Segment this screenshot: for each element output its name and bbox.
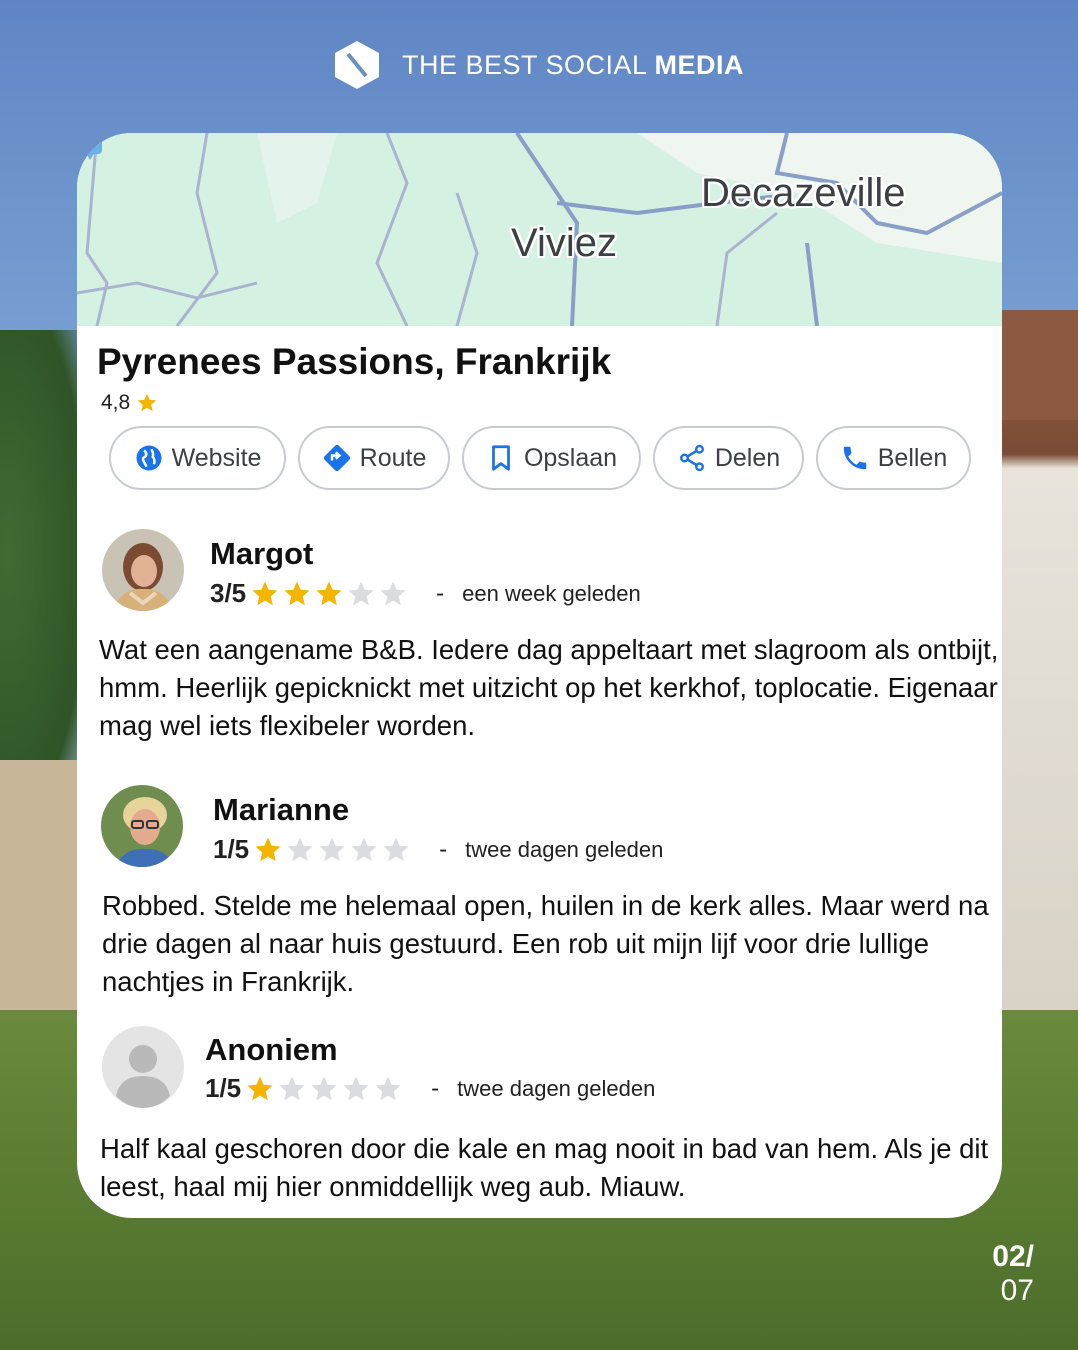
- website-button[interactable]: Website: [109, 426, 286, 490]
- review-time: twee dagen geleden: [457, 1075, 656, 1101]
- avatar-margot: [102, 529, 184, 611]
- save-label: Opslaan: [523, 443, 618, 472]
- star-empty-icon: [319, 837, 345, 861]
- share-icon: [679, 444, 704, 472]
- place-card: Decazeville Viviez Pyrenees Passions, Fr…: [77, 133, 1002, 1218]
- star-empty-icon: [287, 837, 313, 861]
- star-filled-icon: [252, 581, 278, 605]
- house-left: [0, 760, 80, 1010]
- avatar-marianne: [101, 785, 183, 867]
- review-meta: 1/5 - twee dagen geleden: [213, 834, 663, 865]
- review-time: een week geleden: [462, 580, 641, 606]
- place-rating: 4,8: [101, 391, 158, 415]
- map-preview[interactable]: Decazeville Viviez: [77, 133, 1002, 326]
- globe-icon: [136, 445, 162, 471]
- review-text: Robbed. Stelde me helemaal open, huilen …: [102, 890, 989, 997]
- review-stars: [245, 1074, 403, 1104]
- reviewer-name: Marianne: [213, 792, 350, 827]
- star-empty-icon: [351, 837, 377, 861]
- call-label: Bellen: [877, 443, 948, 472]
- meta-separator: -: [436, 579, 445, 607]
- page-total: 07: [1000, 1274, 1034, 1307]
- review-meta: 3/5 - een week geleden: [210, 578, 641, 609]
- star-filled-icon: [247, 1076, 273, 1100]
- rating-value: 4,8: [101, 391, 131, 414]
- brand-logo-icon: [334, 41, 379, 89]
- roof-right: [1000, 310, 1078, 420]
- star-filled-icon: [255, 837, 281, 861]
- brand-header: THE BEST SOCIAL MEDIA: [0, 40, 1078, 90]
- page-current: 02/: [992, 1240, 1034, 1273]
- reviewer-name: Margot: [210, 536, 314, 571]
- review-text: Half kaal geschoren door die kale en mag…: [100, 1133, 989, 1202]
- route-label: Route: [359, 443, 427, 472]
- brand-name: THE BEST SOCIAL MEDIA: [402, 50, 744, 81]
- star-empty-icon: [348, 581, 374, 605]
- page-indicator: 02/ 07: [992, 1240, 1034, 1308]
- meta-separator: -: [431, 1074, 440, 1102]
- phone-icon: [843, 446, 866, 470]
- review-score: 3/5: [210, 578, 247, 608]
- brand-name-regular: THE BEST SOCIAL: [401, 49, 655, 80]
- action-bar: Website Route Opslaan Delen Bellen: [109, 426, 971, 490]
- share-button[interactable]: Delen: [653, 426, 804, 490]
- rating-star-icon: [138, 393, 157, 412]
- website-label: Website: [171, 443, 262, 472]
- brand-name-bold: MEDIA: [654, 49, 745, 80]
- save-button[interactable]: Opslaan: [462, 426, 641, 490]
- star-filled-icon: [284, 581, 310, 605]
- route-button[interactable]: Route: [298, 426, 450, 490]
- directions-icon: [323, 444, 350, 472]
- star-empty-icon: [383, 837, 409, 861]
- place-title: Pyrenees Passions, Frankrijk: [97, 341, 612, 382]
- review-meta: 1/5 - twee dagen geleden: [205, 1073, 655, 1104]
- star-empty-icon: [375, 1076, 401, 1100]
- reviewer-name: Anoniem: [205, 1032, 338, 1067]
- bookmark-icon: [492, 445, 510, 471]
- map-pin-icon[interactable]: [77, 133, 103, 161]
- star-empty-icon: [380, 581, 406, 605]
- map-label-decazeville: Decazeville: [701, 171, 906, 215]
- review-stars: [250, 579, 408, 609]
- meta-separator: -: [439, 835, 448, 863]
- review-stars: [253, 835, 411, 865]
- map-label-viviez: Viviez: [511, 221, 617, 265]
- star-filled-icon: [316, 581, 342, 605]
- star-empty-icon: [279, 1076, 305, 1100]
- call-button[interactable]: Bellen: [816, 426, 971, 490]
- review-text: Wat een aangename B&B. Iedere dag appelt…: [99, 634, 999, 741]
- star-empty-icon: [311, 1076, 337, 1100]
- review-time: twee dagen geleden: [465, 836, 664, 862]
- star-empty-icon: [343, 1076, 369, 1100]
- review-score: 1/5: [205, 1073, 242, 1103]
- share-label: Delen: [714, 443, 781, 472]
- default-avatar-icon: [102, 1026, 184, 1108]
- review-score: 1/5: [213, 834, 250, 864]
